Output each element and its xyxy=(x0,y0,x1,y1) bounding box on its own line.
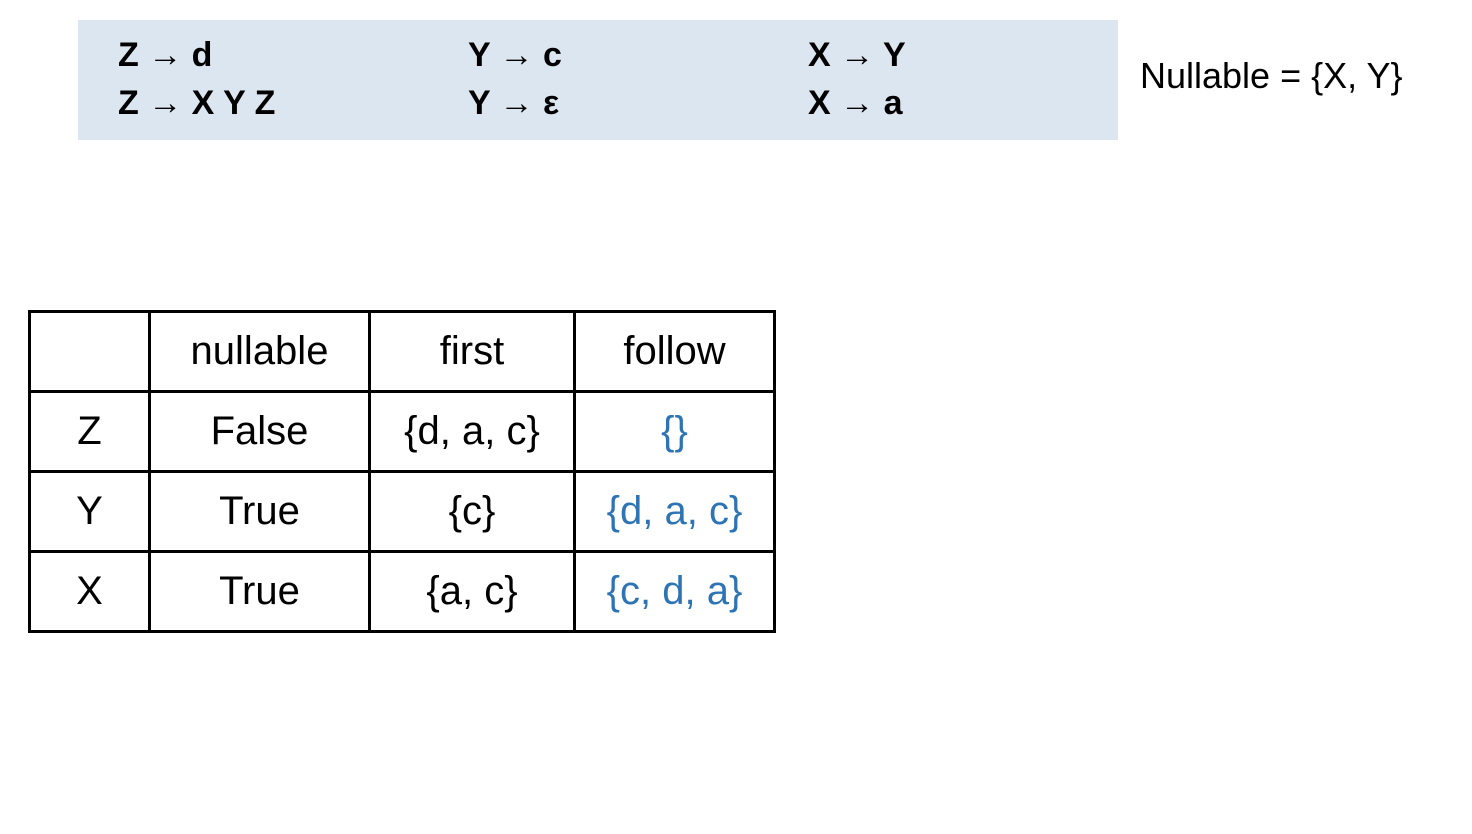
grammar-col-x: X → Y X → a xyxy=(808,32,1108,127)
production-z-1: Z → d xyxy=(118,32,468,80)
header-blank xyxy=(30,312,150,392)
row-y-nullable: True xyxy=(150,472,370,552)
table-row: Y True {c} {d, a, c} xyxy=(30,472,775,552)
table-row: X True {a, c} {c, d, a} xyxy=(30,552,775,632)
row-x-symbol: X xyxy=(30,552,150,632)
row-y-symbol: Y xyxy=(30,472,150,552)
table-header-row: nullable first follow xyxy=(30,312,775,392)
row-x-follow: {c, d, a} xyxy=(575,552,775,632)
row-z-first: {d, a, c} xyxy=(370,392,575,472)
grammar-panel: Z → d Z → X Y Z Y → c Y → ε X → Y X → a xyxy=(78,20,1118,140)
row-z-follow: {} xyxy=(575,392,775,472)
production-x-1: X → Y xyxy=(808,32,1108,80)
production-y-2: Y → ε xyxy=(468,80,808,128)
grammar-col-y: Y → c Y → ε xyxy=(468,32,808,127)
table-row: Z False {d, a, c} {} xyxy=(30,392,775,472)
row-z-symbol: Z xyxy=(30,392,150,472)
header-follow: follow xyxy=(575,312,775,392)
first-follow-table: nullable first follow Z False {d, a, c} … xyxy=(28,310,776,633)
production-z-2: Z → X Y Z xyxy=(118,80,468,128)
row-x-first: {a, c} xyxy=(370,552,575,632)
nullable-set-label: Nullable = {X, Y} xyxy=(1140,55,1403,97)
header-first: first xyxy=(370,312,575,392)
row-z-nullable: False xyxy=(150,392,370,472)
header-nullable: nullable xyxy=(150,312,370,392)
grammar-col-z: Z → d Z → X Y Z xyxy=(118,32,468,127)
row-x-nullable: True xyxy=(150,552,370,632)
row-y-first: {c} xyxy=(370,472,575,552)
production-y-1: Y → c xyxy=(468,32,808,80)
production-x-2: X → a xyxy=(808,80,1108,128)
row-y-follow: {d, a, c} xyxy=(575,472,775,552)
